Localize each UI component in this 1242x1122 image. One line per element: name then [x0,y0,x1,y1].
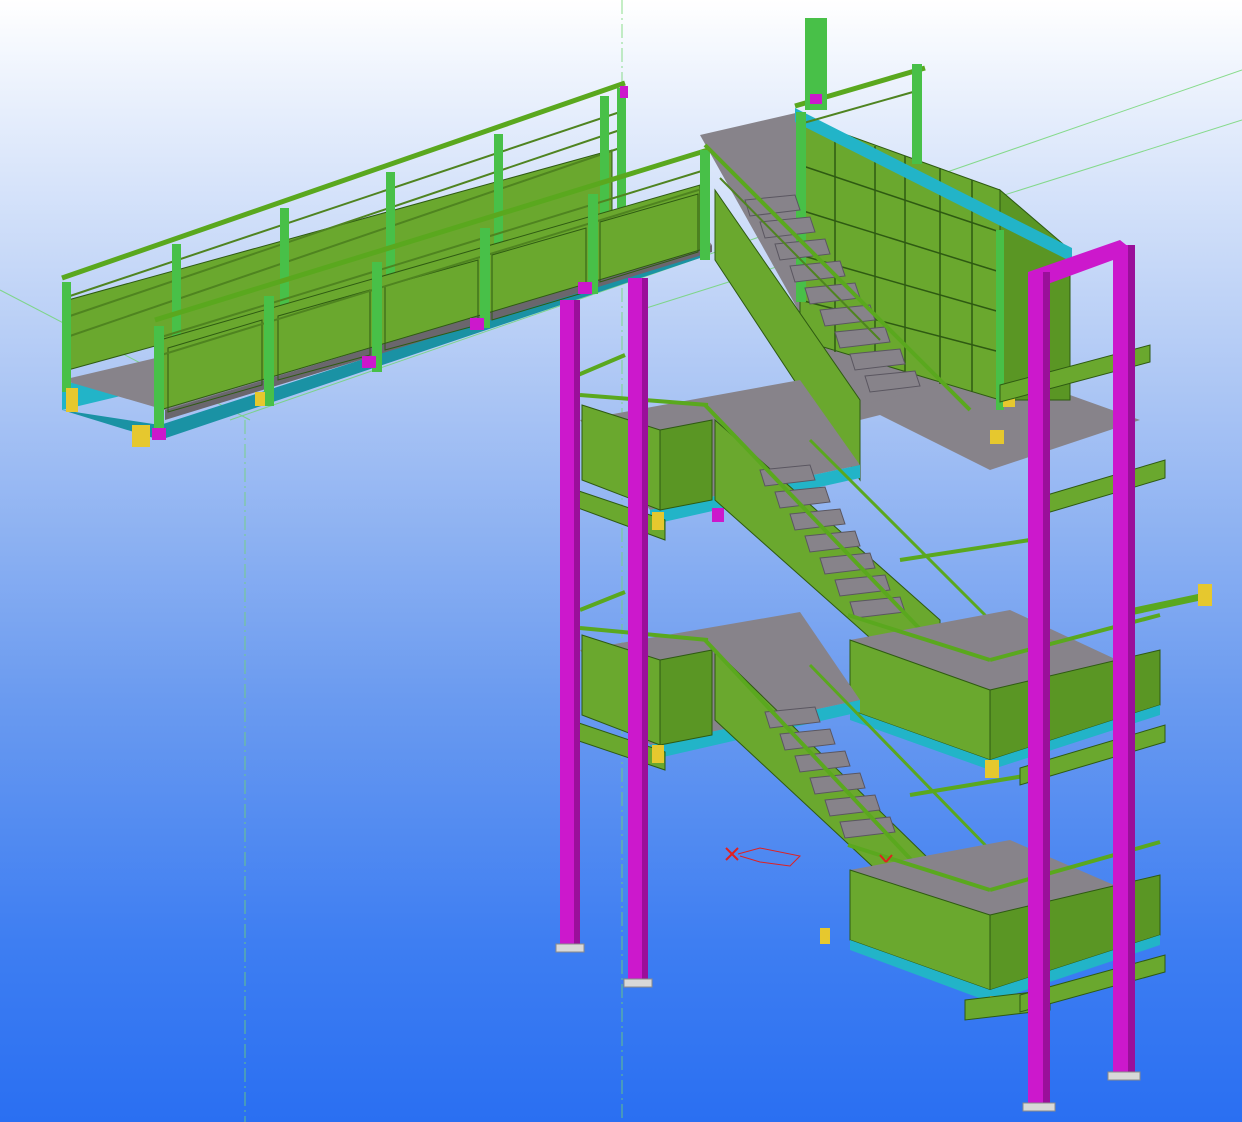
base-plate [1107,1071,1141,1081]
post [912,64,922,164]
post-base [152,428,166,440]
post [588,194,598,294]
cross-beam [1029,459,1166,519]
landing-plate [985,760,999,778]
post [154,326,164,436]
post [480,228,490,328]
steel-structure-model[interactable] [0,0,1242,1122]
3d-model-viewport[interactable] [0,0,1242,1122]
landing-plate [652,745,664,763]
column-right-back-shade [1128,245,1135,1077]
top-end-plate [990,430,1004,444]
column-left-1-shade [574,300,580,948]
post [617,88,626,208]
end-plate [132,425,150,447]
landing-panel [659,419,713,511]
end-plate [255,392,265,406]
end-plate [66,388,78,412]
post-base [620,86,628,98]
landing-panel [659,649,713,746]
landing-plate [820,928,830,944]
base-plate [1022,1102,1056,1112]
side-beam [1129,592,1206,616]
post [996,230,1004,410]
column-right-front-shade [1043,272,1050,1108]
post [280,208,289,318]
landing-rail [577,353,626,377]
landing-plate [652,512,664,530]
side-beam-plate [1198,584,1212,606]
post-base [470,318,484,330]
base-plate [555,943,585,953]
marker-outline [737,847,802,867]
post [264,296,274,406]
post [372,262,382,372]
bridge-walkway[interactable] [61,80,712,447]
landing-base [712,508,724,522]
post [600,96,609,216]
base-plate [623,978,653,988]
post-base [362,356,376,368]
post [700,150,710,260]
post [494,134,503,244]
post [62,282,71,392]
post-base [578,282,592,294]
column-left-2-shade [642,278,648,983]
landing-rail [579,590,626,612]
top-post-base [810,94,822,104]
